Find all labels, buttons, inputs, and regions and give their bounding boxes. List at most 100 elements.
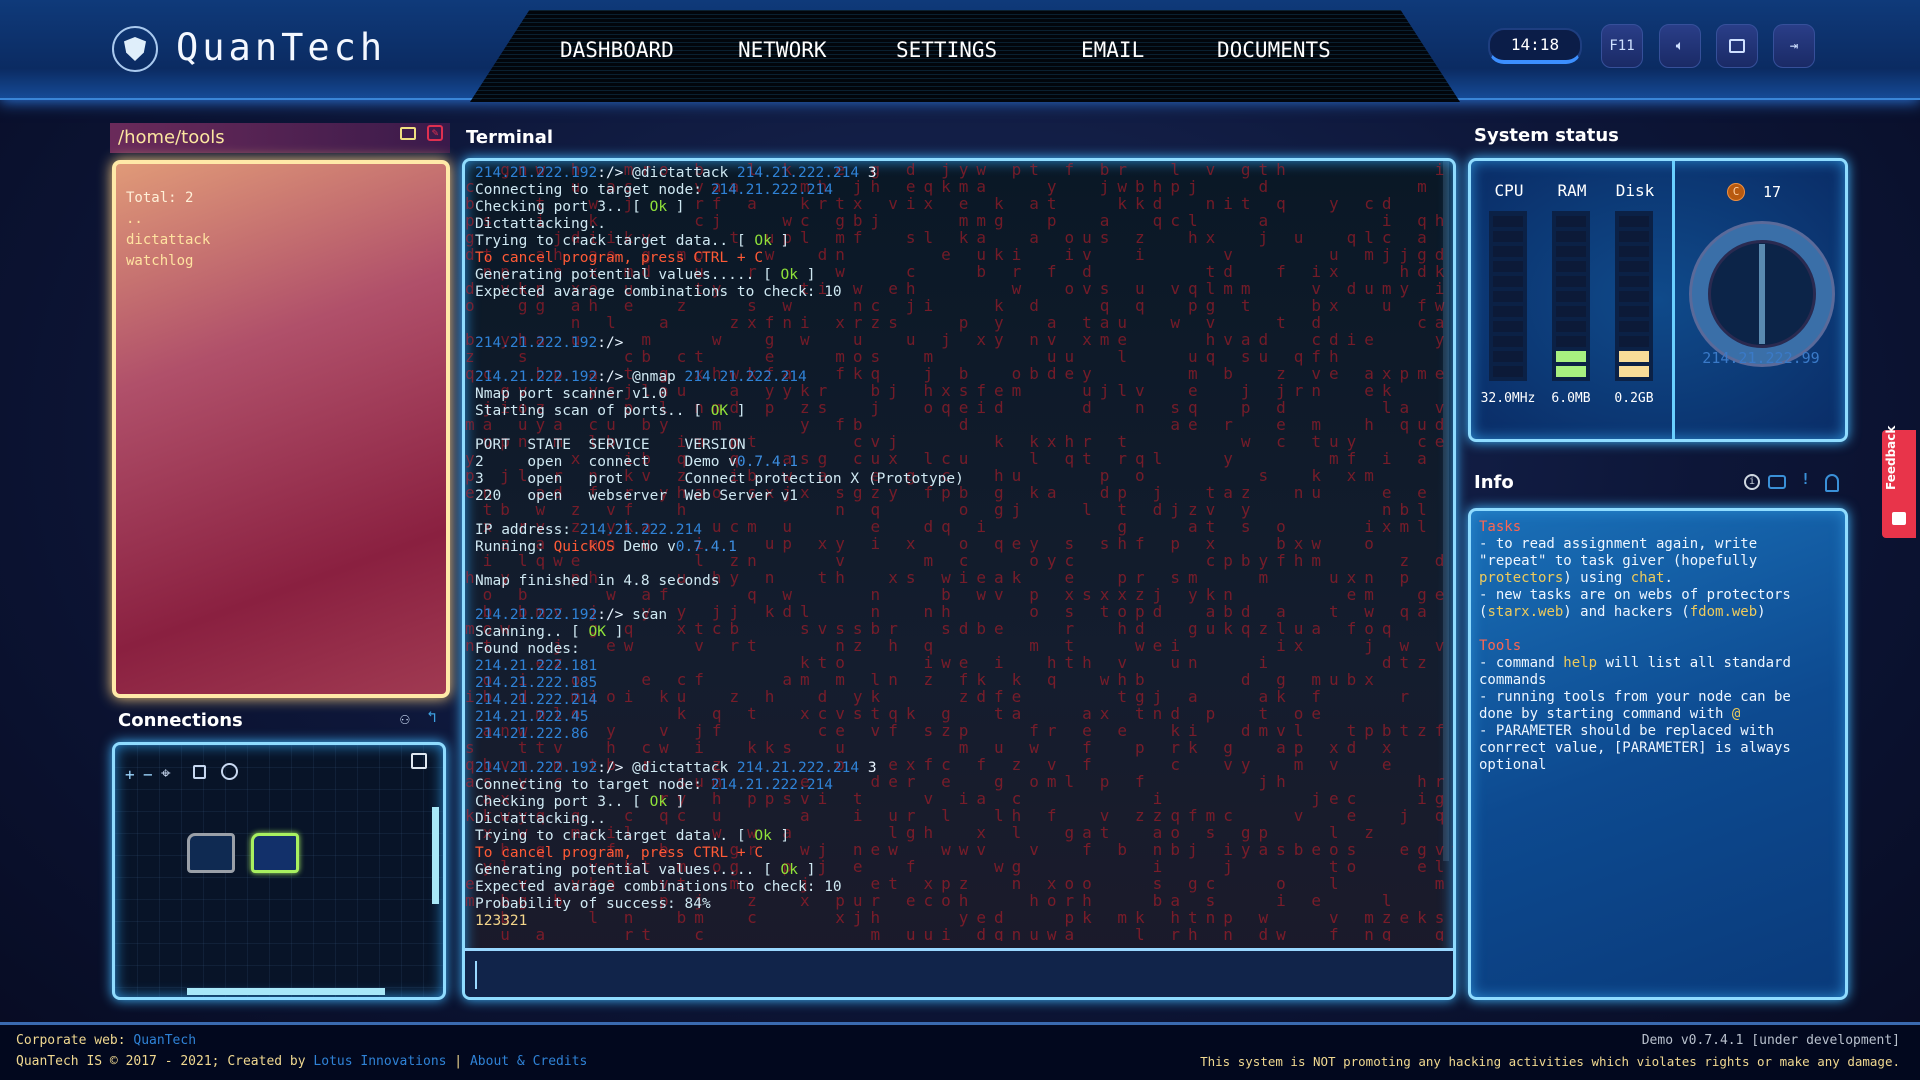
terminal-input[interactable] [475,961,1435,989]
file-item[interactable]: watchlog [126,251,436,272]
dial-needle [1759,244,1765,344]
terminal-line: 214.21.222.214 [475,692,964,709]
terminal-text: :/> [597,607,633,623]
nav-email[interactable]: EMAIL [1081,38,1144,62]
terminal-text: Nmap finished in 4.8 seconds [475,573,720,589]
info-line: (starx.web) and hackers (fdom.web) [1479,604,1837,621]
terminal-text: 214.21.222.214 [710,777,833,793]
smiley-icon [1892,512,1906,525]
terminal-scrollbar[interactable] [1443,161,1449,861]
meter-segment [1493,351,1523,362]
meter-segment [1556,366,1586,377]
volume-icon: 🔈︎ [1675,38,1685,54]
vertical-scrollbar[interactable] [432,807,439,904]
nav-network[interactable]: NETWORK [738,38,827,62]
terminal-text: @nmap [632,369,685,385]
info-text: chat [1630,570,1665,586]
info-text: starx.web [1487,604,1564,620]
network-icon[interactable]: ⚇ [400,709,410,728]
volume-button[interactable]: 🔈︎ [1659,24,1701,68]
terminal-text: :/> [597,760,633,776]
window-button[interactable] [1716,24,1758,68]
terminal-text: 214.21.222.192 [475,335,598,351]
info-text: ) [1757,604,1766,620]
fullscreen-button[interactable]: F11 [1601,24,1643,68]
chat-icon[interactable] [1768,475,1786,489]
footer-corp: Corporate web: QuanTech [16,1033,196,1048]
horizontal-scrollbar[interactable] [187,988,385,995]
info-text: ) using [1563,570,1631,586]
terminal-line: Expected avarage combinations to check: … [475,284,964,301]
info-line: - to read assignment again, write [1479,536,1837,553]
terminal-line: 123321 [475,913,964,930]
info-line: Tools [1479,638,1837,655]
terminal-line: 214.21.222.192:/> @nmap 214.21.222.214 [475,369,964,386]
meter-bar-ram [1552,211,1590,381]
meter-segment [1619,351,1649,362]
about-link[interactable]: About & Credits [470,1054,587,1069]
lock-icon[interactable] [193,765,206,779]
meter-segment [1493,246,1523,257]
popout-icon[interactable] [411,753,427,769]
meter-value: 6.0MB [1551,391,1591,406]
terminal-line: Dictattacking.. [475,216,964,233]
globe-icon[interactable] [221,763,238,780]
edit-icon[interactable]: ✎ [427,125,443,141]
terminal-line: 2 open connect Demo v0.7.4.1 [475,454,964,471]
terminal-text: Ok [649,199,668,215]
terminal-line: Expected avarage combinations to check: … [475,879,964,896]
info-text: commands [1479,672,1547,688]
feedback-tab[interactable]: Feedback [1882,426,1916,538]
meter-segment [1493,276,1523,287]
meter-segment [1556,231,1586,242]
zoom-out-icon[interactable]: − [143,765,153,784]
meter-segment [1619,231,1649,242]
meter-segment [1556,321,1586,332]
zoom-in-icon[interactable]: + [125,765,135,784]
terminal-text: 214.21.222.192 [475,760,598,776]
meter-segment [1619,216,1649,227]
nav-dashboard[interactable]: DASHBOARD [560,38,674,62]
terminal-text: 0.7.4.1 [736,454,799,470]
network-node-own[interactable] [251,833,299,873]
meter-segment [1493,231,1523,242]
file-item[interactable]: .. [126,209,436,230]
meter-segment [1556,351,1586,362]
terminal-line: 214.21.222.181 [475,658,964,675]
terminal-text: To cancel program, press CTRL + C [475,250,764,266]
meter-segment [1493,336,1523,347]
tree-icon[interactable]: ↰ [427,707,437,726]
connections-map[interactable]: + − ⌖ [112,742,446,1000]
info-text: conrrect value, [PARAMETER] is always [1479,740,1791,756]
info-text: optional [1479,757,1547,773]
monitor-icon[interactable] [400,127,416,140]
info-line [1479,621,1837,638]
terminal-text: Checking port 3.. [ [475,199,650,215]
network-node[interactable] [187,833,235,873]
logout-button[interactable]: ⇥ [1773,24,1815,68]
nav-settings[interactable]: SETTINGS [896,38,997,62]
nav-documents[interactable]: DOCUMENTS [1217,38,1331,62]
info-text: fdom.web [1689,604,1758,620]
terminal-text: IP address: [475,522,580,538]
meter-segment [1619,276,1649,287]
terminal-output: 214.21.222.192:/> @dictattack 214.21.222… [475,165,964,930]
node-ip: 214.21.222.99 [1702,349,1820,367]
terminal-line: Starting scan of ports.. [ OK ] [475,403,964,420]
terminal-text: Ok [649,794,668,810]
alert-icon[interactable]: ! [1801,470,1810,488]
terminal-text: Ok [780,862,799,878]
file-item[interactable]: dictattack [126,230,436,251]
info-icon[interactable]: i [1744,474,1760,490]
center-icon[interactable]: ⌖ [161,764,171,784]
terminal[interactable]: gnw h mro b l k e g d jyw pt f br l v gt… [462,158,1456,1000]
terminal-line: 214.21.222.185 [475,675,964,692]
user-icon[interactable] [1825,474,1839,492]
corp-link[interactable]: QuanTech [133,1033,196,1048]
meter-segment [1493,321,1523,332]
creator-link[interactable]: Lotus Innovations [313,1054,446,1069]
terminal-text: @dictattack [632,165,737,181]
meter-segment [1556,216,1586,227]
disclaimer: This system is NOT promoting any hacking… [1200,1054,1900,1069]
